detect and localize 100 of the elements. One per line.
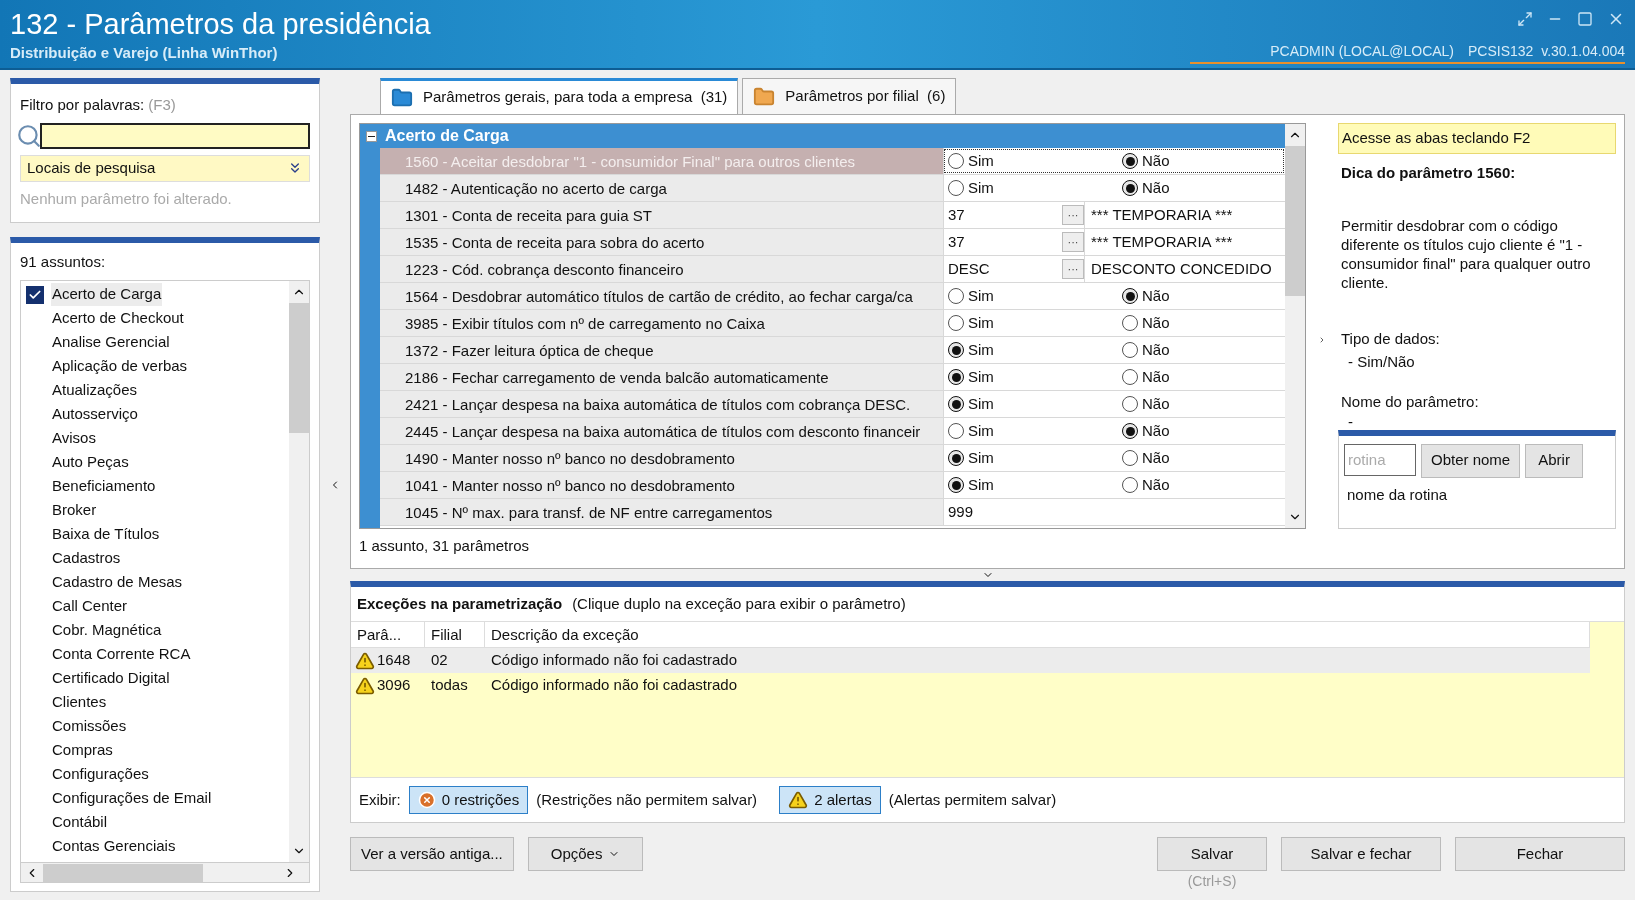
radio-button[interactable] — [948, 153, 964, 169]
parameter-row[interactable]: 1482 - Autenticação no acerto de carga Sim Não — [380, 175, 1285, 202]
radio-button[interactable] — [948, 369, 964, 385]
subject-item[interactable]: Clientes — [51, 691, 108, 714]
radio-button[interactable] — [948, 423, 964, 439]
radio-button[interactable] — [1122, 342, 1138, 358]
subject-item[interactable]: Baixa de Títulos — [51, 523, 161, 546]
parameter-description: *** TEMPORARIA *** — [1084, 202, 1233, 228]
scroll-thumb[interactable] — [43, 863, 203, 882]
parameter-label: 1041 - Manter nosso nº banco no desdobramento — [404, 476, 736, 496]
parameter-row[interactable]: 2445 - Lançar despesa na baixa automática de títulos com desconto financeir Sim Não — [380, 418, 1285, 445]
parameter-row[interactable]: 1223 - Cód. cobrança desconto financeiro DESC ··· DESCONTO CONCEDIDO — [380, 256, 1285, 283]
get-name-button[interactable]: Obter nome — [1421, 443, 1521, 478]
tab[interactable]: Parâmetros por filial (6) — [742, 78, 957, 114]
parameter-row[interactable]: 1045 - Nº max. para transf. de NF entre carregamentos 999 — [380, 499, 1285, 526]
radio-button[interactable] — [1122, 450, 1138, 466]
parameter-row[interactable]: 1041 - Manter nosso nº banco no desdobramento Sim Não — [380, 472, 1285, 499]
column-header[interactable]: Descrição da exceção — [485, 622, 1590, 647]
radio-button[interactable] — [1122, 423, 1138, 439]
subject-item[interactable]: Certificado Digital — [51, 667, 171, 690]
radio-label: Não — [1142, 447, 1170, 468]
parameter-row[interactable]: 1560 - Aceitar desdobrar "1 - consumidor Final" para outros clientes Sim Não — [380, 148, 1285, 175]
subject-item[interactable]: Comissões — [51, 715, 128, 738]
subject-item[interactable]: Analise Gerencial — [51, 331, 171, 354]
save-button[interactable]: Salvar — [1157, 837, 1267, 871]
parameter-row[interactable]: 1490 - Manter nosso nº banco no desdobramento Sim Não — [380, 445, 1285, 472]
open-button[interactable]: Abrir — [1525, 443, 1583, 478]
subject-item[interactable]: Configurações — [51, 763, 150, 786]
exception-row[interactable]: 1648 02 Código informado não foi cadastrado — [351, 648, 1590, 673]
subject-item[interactable]: Aplicação de verbas — [51, 355, 189, 378]
radio-button[interactable] — [948, 450, 964, 466]
tab[interactable]: Parâmetros gerais, para toda a empresa (31) — [380, 78, 739, 114]
scroll-thumb[interactable] — [289, 302, 309, 433]
checkbox[interactable] — [26, 285, 44, 304]
subject-item[interactable]: Beneficiamento — [51, 475, 157, 498]
subject-item[interactable]: Avisos — [51, 427, 97, 450]
column-header[interactable]: Parâ... — [351, 622, 425, 647]
search-field[interactable] — [40, 122, 310, 149]
scroll-thumb[interactable] — [1285, 146, 1305, 296]
radio-button[interactable] — [948, 180, 964, 196]
routine-field[interactable]: rotina — [1344, 443, 1416, 476]
subject-item[interactable]: Auto Peças — [51, 451, 130, 474]
parameter-label: 1564 - Desdobrar automático títulos de cartão de crédito, ao fechar carga/ca — [404, 287, 914, 307]
parameter-row[interactable]: 2421 - Lançar despesa na baixa automática de títulos com cobrança DESC. Sim Não — [380, 391, 1285, 418]
search-places-dropdown[interactable]: Locais de pesquisa — [20, 154, 310, 182]
radio-button[interactable] — [1122, 153, 1138, 169]
radio-button[interactable] — [948, 315, 964, 331]
radio-button[interactable] — [1122, 396, 1138, 412]
type-value: - Sim/Não — [1347, 351, 1416, 372]
maximize-icon[interactable] — [1577, 11, 1593, 27]
horizontal-scrollbar[interactable] — [21, 862, 309, 882]
radio-label: Não — [1142, 393, 1170, 414]
radio-button[interactable] — [1122, 288, 1138, 304]
subject-item[interactable]: Contábil — [51, 811, 109, 834]
subject-item[interactable]: Acerto de Carga — [51, 283, 163, 306]
folder-icon — [391, 86, 413, 109]
column-header[interactable]: Filial — [425, 622, 485, 647]
table-cell-text: 3096 — [377, 675, 411, 696]
parameter-row[interactable]: 1301 - Conta de receita para guia ST 37 ··· *** TEMPORARIA *** — [380, 202, 1285, 229]
radio-button[interactable] — [948, 288, 964, 304]
lookup-button[interactable]: ··· — [1062, 205, 1084, 225]
restore-icon[interactable] — [1517, 11, 1533, 27]
radio-label: Sim — [968, 393, 994, 414]
subject-item[interactable]: Cobr. Magnética — [51, 619, 163, 642]
radio-button[interactable] — [1122, 477, 1138, 493]
subject-item[interactable]: Cadastro de Mesas — [51, 571, 184, 594]
subject-item[interactable]: Atualizações — [51, 379, 139, 402]
restrictions-toggle[interactable]: 0 restrições — [408, 786, 529, 814]
scrollbar[interactable] — [289, 280, 309, 862]
subject-item[interactable]: Cadastros — [51, 547, 122, 570]
parameter-row[interactable]: 1564 - Desdobrar automático títulos de cartão de crédito, ao fechar carga/ca Sim Não — [380, 283, 1285, 310]
subject-item[interactable]: Call Center — [51, 595, 129, 618]
subject-item[interactable]: Autosserviço — [51, 403, 139, 426]
old-version-button[interactable]: Ver a versão antiga... — [350, 837, 514, 871]
scrollbar[interactable] — [1285, 124, 1305, 528]
lookup-button[interactable]: ··· — [1062, 232, 1084, 252]
subject-item[interactable]: Broker — [51, 499, 98, 522]
subject-item[interactable]: Acerto de Checkout — [51, 307, 185, 330]
subject-item[interactable]: Contas Gerenciais — [51, 835, 177, 858]
parameter-row[interactable]: 1372 - Fazer leitura óptica de cheque Sim Não — [380, 337, 1285, 364]
subject-item[interactable]: Conta Corrente RCA — [51, 643, 192, 666]
alerts-toggle[interactable]: 2 alertas — [779, 786, 881, 814]
radio-button[interactable] — [1122, 315, 1138, 331]
radio-button[interactable] — [1122, 180, 1138, 196]
radio-button[interactable] — [948, 396, 964, 412]
options-button[interactable]: Opções — [527, 837, 644, 871]
close-button[interactable]: Fechar — [1455, 837, 1625, 871]
exception-row[interactable]: 3096 todas Código informado não foi cadastrado — [351, 673, 1590, 698]
radio-button[interactable] — [948, 342, 964, 358]
subject-item[interactable]: Configurações de Email — [51, 787, 213, 810]
radio-button[interactable] — [1122, 369, 1138, 385]
collapse-group-icon[interactable] — [366, 130, 377, 142]
parameter-row[interactable]: 2186 - Fechar carregamento de venda balcão automaticamente Sim Não — [380, 364, 1285, 391]
parameter-label: 2421 - Lançar despesa na baixa automática de títulos com cobrança DESC. — [404, 395, 912, 415]
radio-button[interactable] — [948, 477, 964, 493]
lookup-button[interactable]: ··· — [1062, 259, 1084, 279]
parameter-row[interactable]: 3985 - Exibir títulos com nº de carregamento no Caixa Sim Não — [380, 310, 1285, 337]
subject-item[interactable]: Compras — [51, 739, 114, 762]
parameter-row[interactable]: 1535 - Conta de receita para sobra do acerto 37 ··· *** TEMPORARIA *** — [380, 229, 1285, 256]
save-close-button[interactable]: Salvar e fechar — [1281, 837, 1441, 871]
